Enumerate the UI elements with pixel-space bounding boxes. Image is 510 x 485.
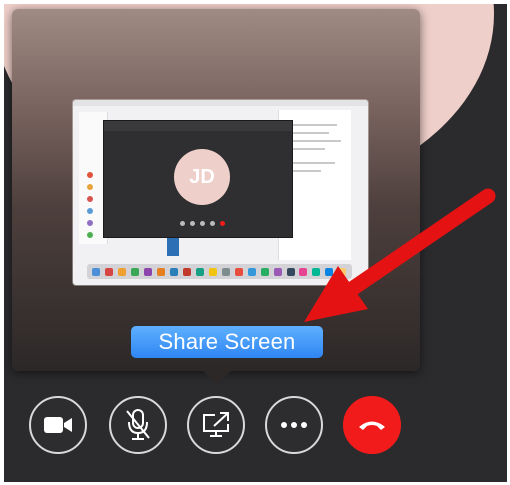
annotation-arrow (304, 188, 496, 322)
